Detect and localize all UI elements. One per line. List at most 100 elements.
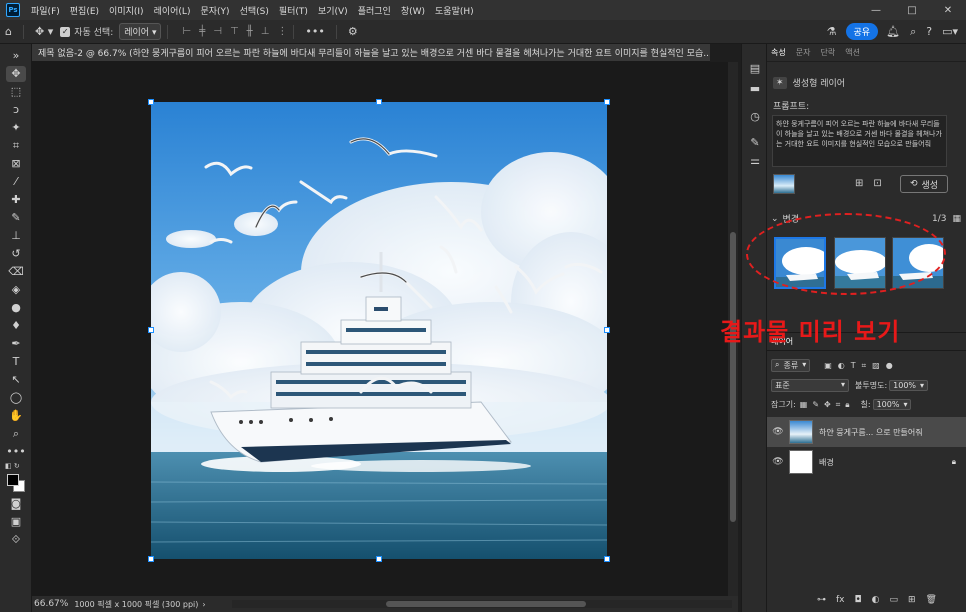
tab-character[interactable]: 문자 <box>796 47 811 58</box>
adjustments-icon[interactable]: ⚌ <box>747 154 763 167</box>
menu-select[interactable]: 선택(S) <box>235 4 274 17</box>
paint-bucket-tool-icon[interactable]: ◈ <box>6 282 26 298</box>
menu-view[interactable]: 보기(V) <box>313 4 353 17</box>
transform-handle-tc[interactable] <box>376 99 382 105</box>
distribute-icon[interactable]: ⋮ <box>277 26 287 37</box>
artboard-tool-icon[interactable]: ⬚ <box>6 84 26 100</box>
vertical-scroll-thumb[interactable] <box>730 232 736 522</box>
menu-edit[interactable]: 편집(E) <box>65 4 104 17</box>
layer-row-background[interactable]: 👁︎ 배경 🔒︎ <box>767 447 966 477</box>
filter-icons[interactable]: ▣◐T⌗▨● <box>824 361 898 371</box>
home-icon[interactable]: ⌂ <box>0 25 17 38</box>
link-layers-icon[interactable]: ⊶ <box>817 595 826 605</box>
path-selection-tool-icon[interactable]: ↖ <box>6 372 26 388</box>
photoshop-logo-icon[interactable]: Ps <box>6 3 20 17</box>
transform-handle-mr[interactable] <box>604 327 610 333</box>
eyedropper-tool-icon[interactable]: ⁄ <box>6 174 26 190</box>
add-mask-icon[interactable]: ◘ <box>855 595 862 605</box>
move-tool-preset-icon[interactable]: ✥ ▾ <box>30 25 58 38</box>
help-icon[interactable]: ? <box>926 25 932 39</box>
tab-actions[interactable]: 액션 <box>845 47 860 58</box>
align-bottom-icon[interactable]: ⊥ <box>261 26 270 37</box>
eraser-tool-icon[interactable]: ⌫ <box>6 264 26 280</box>
opacity-input[interactable]: 100% ▾ <box>889 380 929 391</box>
bell-icon[interactable]: 🔔︎ <box>886 25 900 39</box>
adjustment-layer-icon[interactable]: ◐ <box>872 595 880 605</box>
dodge-tool-icon[interactable]: ♦ <box>6 318 26 334</box>
auto-select-dropdown[interactable]: 레이어 ▾ <box>119 23 162 40</box>
delete-layer-icon[interactable]: 🗑︎ <box>926 595 937 605</box>
tab-properties[interactable]: 속성 <box>771 47 786 58</box>
new-layer-icon[interactable]: ⊞ <box>908 595 916 605</box>
zoom-tool-icon[interactable]: ⌕ <box>6 426 26 442</box>
ellipse-tool-icon[interactable]: ◯ <box>6 390 26 406</box>
screen-mode-icon[interactable]: ▣ <box>6 514 26 530</box>
settings-gear-icon[interactable]: ⚙ <box>343 25 363 38</box>
reference-image-icon[interactable]: ⊞ <box>855 178 863 189</box>
transform-handle-tr[interactable] <box>604 99 610 105</box>
document-tab[interactable]: 제목 없음-2 @ 66.7% (하얀 뭉게구름이 피어 오르는 파란 하늘에 … <box>32 44 710 62</box>
more-options-icon[interactable]: ••• <box>300 25 329 38</box>
grid-view-icon[interactable]: ▦ <box>952 214 961 224</box>
frame-tool-icon[interactable]: ⊠ <box>6 156 26 172</box>
transform-handle-bl[interactable] <box>148 556 154 562</box>
menu-file[interactable]: 파일(F) <box>26 4 65 17</box>
close-window-button[interactable]: ✕ <box>930 5 966 16</box>
history-icon[interactable]: ◷ <box>747 110 763 123</box>
transform-handle-ml[interactable] <box>148 327 154 333</box>
menu-image[interactable]: 이미지(I) <box>104 4 149 17</box>
blur-tool-icon[interactable]: ● <box>6 300 26 316</box>
share-button[interactable]: 공유 <box>845 23 879 40</box>
zoom-level[interactable]: 66.67% <box>32 599 74 609</box>
new-group-icon[interactable]: ▭ <box>889 595 898 605</box>
fx-icon[interactable]: fx <box>836 595 845 605</box>
align-center-h-icon[interactable]: ╪ <box>199 26 205 37</box>
menu-help[interactable]: 도움말(H) <box>430 4 479 17</box>
align-center-v-icon[interactable]: ╫ <box>247 26 253 37</box>
magic-wand-tool-icon[interactable]: ✦ <box>6 120 26 136</box>
clone-stamp-tool-icon[interactable]: ⊥ <box>6 228 26 244</box>
generative-fill-icon[interactable]: ⟐ <box>6 532 26 548</box>
toolbar-collapse-icon[interactable]: » <box>6 48 26 64</box>
align-top-icon[interactable]: ⊤ <box>230 26 239 37</box>
blend-mode-dropdown[interactable]: 표준 ▾ <box>771 379 849 392</box>
beaker-icon[interactable]: ⚗ <box>822 25 842 38</box>
menu-filter[interactable]: 필터(T) <box>274 4 313 17</box>
hand-tool-icon[interactable]: ✋ <box>6 408 26 424</box>
fill-input[interactable]: 100% ▾ <box>872 399 912 410</box>
move-tool-icon[interactable]: ✥ <box>6 66 26 82</box>
workspace-icon[interactable]: ▭▾ <box>942 25 958 39</box>
transform-handle-tl[interactable] <box>148 99 154 105</box>
healing-brush-tool-icon[interactable]: ✚ <box>6 192 26 208</box>
menu-window[interactable]: 창(W) <box>396 4 430 17</box>
menu-type[interactable]: 문자(Y) <box>195 4 234 17</box>
transform-handle-br[interactable] <box>604 556 610 562</box>
generated-image[interactable] <box>151 102 607 559</box>
tab-paragraph[interactable]: 단락 <box>820 47 835 58</box>
auto-select-checkbox[interactable]: ✓ <box>60 26 71 37</box>
document-info[interactable]: 1000 픽셀 x 1000 픽셀 (300 ppi) <box>74 599 198 610</box>
pen-tool-icon[interactable]: ✒ <box>6 336 26 352</box>
collapse-chevron-icon[interactable]: ⌄ <box>771 214 779 224</box>
edit-toolbar-icon[interactable]: ••• <box>6 444 26 460</box>
horizontal-scrollbar[interactable] <box>232 600 732 608</box>
comments-icon[interactable]: ▤ <box>747 62 763 75</box>
effects-icon[interactable]: ⊡ <box>873 178 881 189</box>
align-right-icon[interactable]: ⊣ <box>213 26 222 37</box>
history-brush-tool-icon[interactable]: ↺ <box>6 246 26 262</box>
brush-settings-icon[interactable]: ✎ <box>747 136 763 149</box>
search-icon[interactable]: ⌕ <box>910 25 916 39</box>
minimize-button[interactable]: — <box>858 5 894 16</box>
horizontal-scroll-thumb[interactable] <box>386 601 586 607</box>
crop-tool-icon[interactable]: ⌗ <box>6 138 26 154</box>
menu-plugins[interactable]: 플러그인 <box>353 4 396 17</box>
align-left-icon[interactable]: ⊢ <box>182 26 191 37</box>
prompt-textarea[interactable]: 하얀 뭉게구름이 피어 오르는 파란 하늘에 바다새 무리들이 하늘을 날고 있… <box>772 115 947 167</box>
brush-tool-icon[interactable]: ✎ <box>6 210 26 226</box>
visibility-eye-icon[interactable]: 👁︎ <box>767 427 789 437</box>
status-arrow-icon[interactable]: › <box>198 600 205 609</box>
quick-mask-icon[interactable]: ◙ <box>6 496 26 512</box>
generate-button[interactable]: ⟲ 생성 <box>900 175 948 193</box>
default-colors-icon[interactable]: ◧ ↻ <box>5 462 27 470</box>
reference-image-thumb[interactable] <box>773 174 795 194</box>
